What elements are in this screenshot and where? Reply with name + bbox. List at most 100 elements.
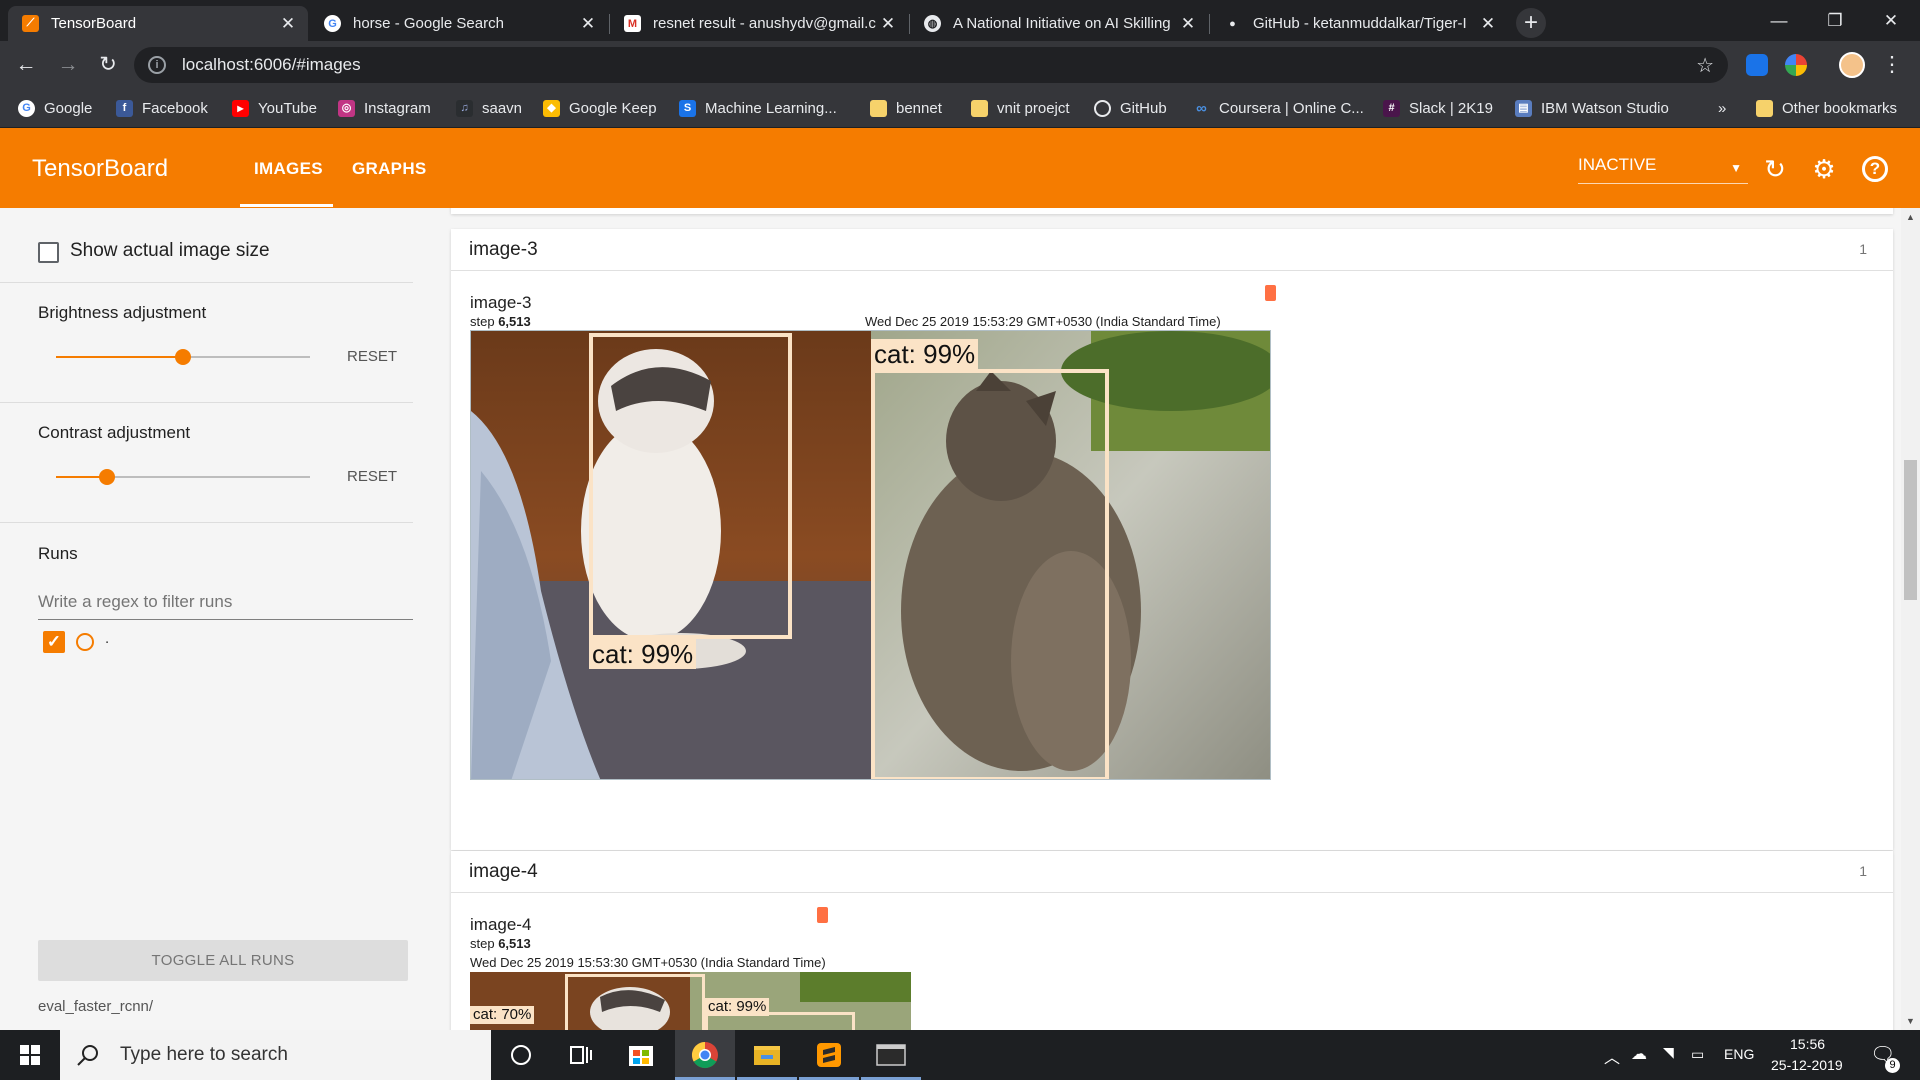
bookmark-github[interactable]: GitHub bbox=[1094, 97, 1167, 119]
extension-icon[interactable] bbox=[1746, 54, 1768, 76]
file-explorer-icon[interactable] bbox=[737, 1030, 797, 1080]
sublime-text-icon[interactable] bbox=[799, 1030, 859, 1080]
bookmark-youtube[interactable]: ▶ YouTube bbox=[232, 97, 317, 119]
bookmark-saavn[interactable]: ♫ saavn bbox=[456, 97, 522, 119]
refresh-icon[interactable]: ↻ bbox=[1762, 156, 1788, 182]
scroll-up-icon[interactable]: ▲ bbox=[1906, 212, 1915, 222]
new-tab-button[interactable]: + bbox=[1516, 8, 1546, 38]
wifi-icon[interactable]: ◥ bbox=[1663, 1044, 1674, 1061]
run-checkbox[interactable]: ✓ bbox=[43, 631, 65, 653]
bookmark-label: YouTube bbox=[258, 99, 317, 117]
close-tab-icon[interactable]: ✕ bbox=[576, 14, 600, 34]
gmail-favicon-icon: M bbox=[624, 15, 641, 32]
folder-icon bbox=[1756, 99, 1773, 117]
bookmark-slack[interactable]: # Slack | 2K19 bbox=[1383, 97, 1493, 119]
tray-overflow-chevron[interactable]: ︿ bbox=[1604, 1044, 1620, 1068]
status-text: INACTIVE bbox=[1578, 155, 1657, 174]
tab-title: GitHub - ketanmuddalkar/Tiger-I bbox=[1253, 15, 1467, 32]
onedrive-cloud-icon[interactable]: ☁ bbox=[1631, 1044, 1647, 1064]
scroll-down-icon[interactable]: ▼ bbox=[1906, 1016, 1915, 1026]
run-radio[interactable] bbox=[76, 633, 94, 651]
tab-horse-search[interactable]: G horse - Google Search ✕ bbox=[310, 6, 608, 41]
clock-time[interactable]: 15:56 bbox=[1790, 1036, 1825, 1052]
close-tab-icon[interactable]: ✕ bbox=[876, 14, 900, 34]
battery-icon[interactable]: ▭ bbox=[1691, 1046, 1704, 1063]
tab-github[interactable]: ● GitHub - ketanmuddalkar/Tiger-I ✕ bbox=[1210, 6, 1508, 41]
detection-label: cat: 99% bbox=[705, 998, 770, 1016]
address-bar[interactable]: i localhost:6006/#images ☆ bbox=[134, 47, 1728, 83]
bookmark-google[interactable]: G Google bbox=[18, 97, 92, 119]
tab-images[interactable]: IMAGES bbox=[254, 159, 323, 179]
bookmark-google-keep[interactable]: ◆ Google Keep bbox=[543, 97, 657, 119]
brightness-reset-button[interactable]: RESET bbox=[347, 348, 397, 365]
app-title: TensorBoard bbox=[32, 155, 169, 182]
bounding-box bbox=[871, 369, 1109, 779]
minimize-icon[interactable]: — bbox=[1751, 0, 1807, 41]
brightness-slider-fill bbox=[56, 356, 183, 358]
contrast-slider[interactable] bbox=[56, 469, 310, 485]
instagram-icon: ◎ bbox=[338, 99, 355, 117]
show-actual-size-checkbox[interactable] bbox=[38, 242, 59, 263]
actual-size-toggle-icon[interactable] bbox=[817, 907, 828, 923]
cortana-icon[interactable] bbox=[491, 1030, 551, 1080]
settings-gear-icon[interactable]: ⚙ bbox=[1811, 156, 1837, 182]
terminal-icon[interactable] bbox=[861, 1030, 921, 1080]
clock-date[interactable]: 25-12-2019 bbox=[1771, 1057, 1843, 1073]
close-tab-icon[interactable]: ✕ bbox=[1476, 14, 1500, 34]
store-icon[interactable] bbox=[611, 1030, 671, 1080]
task-view-icon[interactable] bbox=[551, 1030, 611, 1080]
help-icon[interactable]: ? bbox=[1862, 156, 1888, 182]
contrast-reset-button[interactable]: RESET bbox=[347, 468, 397, 485]
close-tab-icon[interactable]: ✕ bbox=[276, 14, 300, 34]
other-bookmarks[interactable]: Other bookmarks bbox=[1756, 97, 1897, 119]
slack-icon: # bbox=[1383, 99, 1400, 117]
back-icon[interactable]: ← bbox=[14, 53, 38, 77]
run-status-dropdown[interactable]: INACTIVE ▼ bbox=[1578, 155, 1748, 184]
divider bbox=[0, 402, 413, 403]
browser-tab-strip: ⟋ TensorBoard ✕ G horse - Google Search … bbox=[0, 0, 1920, 41]
toggle-all-runs-button[interactable]: TOGGLE ALL RUNS bbox=[38, 940, 408, 981]
bookmark-machine-learning[interactable]: S Machine Learning... bbox=[679, 97, 837, 119]
contrast-slider-knob[interactable] bbox=[98, 469, 115, 485]
bookmark-vnit-proejct[interactable]: vnit proejct bbox=[971, 97, 1070, 119]
close-window-icon[interactable]: ✕ bbox=[1863, 0, 1919, 41]
reload-icon[interactable]: ↻ bbox=[96, 53, 120, 77]
card-header[interactable]: image-4 1 bbox=[451, 851, 1893, 893]
tab-ai-skilling[interactable]: ◍ A National Initiative on AI Skilling ✕ bbox=[910, 6, 1208, 41]
chrome-taskbar-icon[interactable] bbox=[675, 1030, 735, 1080]
close-tab-icon[interactable]: ✕ bbox=[1176, 14, 1200, 34]
bookmark-coursera[interactable]: ∞ Coursera | Online C... bbox=[1193, 97, 1364, 119]
forward-icon[interactable]: → bbox=[56, 53, 80, 77]
bookmark-facebook[interactable]: f Facebook bbox=[116, 97, 208, 119]
bookmark-instagram[interactable]: ◎ Instagram bbox=[338, 97, 431, 119]
tab-tensorboard[interactable]: ⟋ TensorBoard ✕ bbox=[8, 6, 308, 41]
google-favicon-icon: G bbox=[324, 15, 341, 32]
taskbar-search-box[interactable]: Type here to search bbox=[60, 1030, 491, 1080]
chrome-color-extension-icon[interactable] bbox=[1785, 54, 1807, 76]
brightness-slider[interactable] bbox=[56, 349, 310, 365]
bookmark-ibm-watson[interactable]: ▤ IBM Watson Studio bbox=[1515, 97, 1669, 119]
tab-gmail[interactable]: M resnet result - anushydv@gmail.c ✕ bbox=[610, 6, 908, 41]
show-actual-size-label: Show actual image size bbox=[70, 240, 270, 261]
scrollbar-thumb[interactable] bbox=[1904, 460, 1917, 600]
main-scrollbar[interactable]: ▲ ▼ bbox=[1901, 208, 1920, 1030]
search-placeholder: Type here to search bbox=[120, 1044, 288, 1065]
site-info-icon[interactable]: i bbox=[148, 56, 166, 74]
card-header[interactable]: image-3 1 bbox=[451, 229, 1893, 271]
tab-graphs[interactable]: GRAPHS bbox=[352, 159, 427, 179]
bookmark-star-icon[interactable]: ☆ bbox=[1696, 53, 1714, 78]
restore-icon[interactable]: ❐ bbox=[1807, 0, 1863, 41]
brightness-slider-knob[interactable] bbox=[175, 349, 191, 365]
profile-avatar[interactable] bbox=[1839, 52, 1865, 78]
menu-kebab-icon[interactable]: ⋮ bbox=[1880, 53, 1904, 77]
url-text[interactable]: localhost:6006/#images bbox=[182, 55, 1696, 75]
runs-filter-input[interactable]: Write a regex to filter runs bbox=[38, 584, 413, 620]
bookmarks-overflow-chevron[interactable]: » bbox=[1718, 97, 1726, 119]
windows-start-button[interactable] bbox=[0, 1030, 60, 1080]
actual-size-toggle-icon[interactable] bbox=[1265, 285, 1276, 301]
language-indicator[interactable]: ENG bbox=[1724, 1046, 1754, 1062]
saavn-icon: ♫ bbox=[456, 99, 473, 117]
bookmark-label: Slack | 2K19 bbox=[1409, 99, 1493, 117]
detection-label: cat: 99% bbox=[871, 339, 979, 369]
bookmark-bennet[interactable]: bennet bbox=[870, 97, 942, 119]
